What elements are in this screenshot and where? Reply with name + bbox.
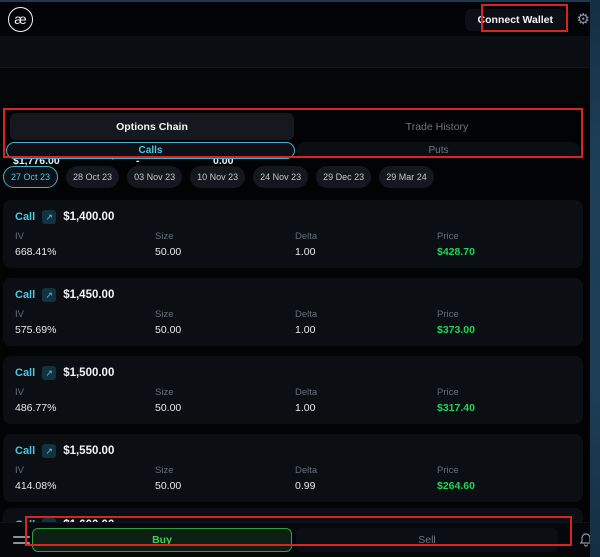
price-label: Price: [437, 309, 459, 320]
market-stats-row: ETH Spot $1,776.00 Open Interest - Put:C…: [0, 68, 600, 104]
sell-button[interactable]: Sell: [296, 528, 558, 552]
option-type-label: Call: [15, 211, 35, 223]
delta-label: Delta: [295, 231, 317, 242]
external-arrow-icon[interactable]: ↗: [42, 444, 56, 458]
price-value: $264.60: [437, 480, 475, 492]
option-card[interactable]: Call ↗ $1,500.00 IV Size Delta Price 486…: [3, 356, 583, 424]
iv-label: IV: [15, 465, 24, 476]
expiry-pill[interactable]: 29 Mar 24: [379, 166, 434, 188]
expiry-pill[interactable]: 27 Oct 23: [3, 166, 58, 188]
expiry-pill[interactable]: 24 Nov 23: [253, 166, 308, 188]
top-bar: æ Connect Wallet ⚙: [0, 2, 600, 36]
expiry-pill[interactable]: 10 Nov 23: [190, 166, 245, 188]
delta-value: 1.00: [295, 324, 315, 336]
asset-header[interactable]: Ethereum Options: [0, 36, 600, 68]
iv-value: 486.77%: [15, 402, 56, 414]
option-card-header: Call ↗ $1,400.00: [15, 210, 114, 224]
strike-price: $1,400.00: [63, 211, 114, 223]
tab-options-chain[interactable]: Options Chain: [10, 113, 294, 140]
expiry-pill[interactable]: 03 Nov 23: [127, 166, 182, 188]
iv-value: 414.08%: [15, 480, 56, 492]
size-value: 50.00: [155, 402, 181, 414]
option-card[interactable]: Call ↗ $1,450.00 IV Size Delta Price 575…: [3, 278, 583, 346]
option-type-label: Call: [15, 289, 35, 301]
iv-label: IV: [15, 309, 24, 320]
price-value: $428.70: [437, 246, 475, 258]
buy-button[interactable]: Buy: [32, 528, 292, 552]
expiry-pill[interactable]: 29 Dec 23: [316, 166, 371, 188]
iv-value: 575.69%: [15, 324, 56, 336]
menu-icon[interactable]: [13, 536, 30, 548]
delta-value: 1.00: [295, 402, 315, 414]
strike-price: $1,450.00: [63, 289, 114, 301]
size-value: 50.00: [155, 246, 181, 258]
connect-wallet-button[interactable]: Connect Wallet: [465, 9, 566, 31]
iv-label: IV: [15, 387, 24, 398]
option-card[interactable]: Call ↗ $1,550.00 IV Size Delta Price 414…: [3, 434, 583, 502]
strike-price: $1,500.00: [63, 367, 114, 379]
external-arrow-icon[interactable]: ↗: [42, 210, 56, 224]
expiry-pill-label: 10 Nov 23: [197, 172, 238, 182]
strike-price: $1,550.00: [63, 445, 114, 457]
size-value: 50.00: [155, 480, 181, 492]
delta-value: 1.00: [295, 246, 315, 258]
option-card-header: Call ↗ $1,500.00: [15, 366, 114, 380]
expiry-pill-label: 24 Nov 23: [260, 172, 301, 182]
iv-value: 668.41%: [15, 246, 56, 258]
delta-label: Delta: [295, 465, 317, 476]
expiry-pill-label: 27 Oct 23: [11, 172, 50, 182]
price-value: $317.40: [437, 402, 475, 414]
expiry-pill-label: 03 Nov 23: [134, 172, 175, 182]
app-window: æ Connect Wallet ⚙ Ethereum Options ETH …: [0, 0, 600, 557]
price-value: $373.00: [437, 324, 475, 336]
iv-label: IV: [15, 231, 24, 242]
expiry-pill[interactable]: 28 Oct 23: [66, 166, 119, 188]
expiry-pill-label: 29 Dec 23: [323, 172, 364, 182]
aevo-logo-icon[interactable]: æ: [8, 7, 33, 32]
tab-puts[interactable]: Puts: [297, 142, 580, 159]
external-arrow-icon[interactable]: ↗: [42, 288, 56, 302]
scrollbar[interactable]: [590, 0, 600, 557]
delta-label: Delta: [295, 387, 317, 398]
expiry-pill-label: 28 Oct 23: [73, 172, 112, 182]
size-value: 50.00: [155, 324, 181, 336]
option-type-label: Call: [15, 367, 35, 379]
size-label: Size: [155, 309, 173, 320]
size-label: Size: [155, 387, 173, 398]
option-card[interactable]: Call ↗ $1,400.00 IV Size Delta Price 668…: [3, 200, 583, 268]
tab-calls[interactable]: Calls: [6, 142, 295, 159]
external-arrow-icon[interactable]: ↗: [42, 366, 56, 380]
size-label: Size: [155, 231, 173, 242]
delta-value: 0.99: [295, 480, 315, 492]
price-label: Price: [437, 387, 459, 398]
option-type-label: Call: [15, 445, 35, 457]
option-card-header: Call ↗ $1,550.00: [15, 444, 114, 458]
price-label: Price: [437, 231, 459, 242]
expiry-pill-label: 29 Mar 24: [386, 172, 427, 182]
expiry-date-tabs: 27 Oct 23 28 Oct 23 03 Nov 23 10 Nov 23 …: [3, 166, 434, 188]
gear-icon[interactable]: ⚙: [577, 10, 590, 30]
price-label: Price: [437, 465, 459, 476]
tab-trade-history[interactable]: Trade History: [294, 113, 580, 140]
size-label: Size: [155, 465, 173, 476]
option-card-header: Call ↗ $1,450.00: [15, 288, 114, 302]
delta-label: Delta: [295, 309, 317, 320]
bottom-action-bar: Buy Sell: [0, 522, 600, 557]
